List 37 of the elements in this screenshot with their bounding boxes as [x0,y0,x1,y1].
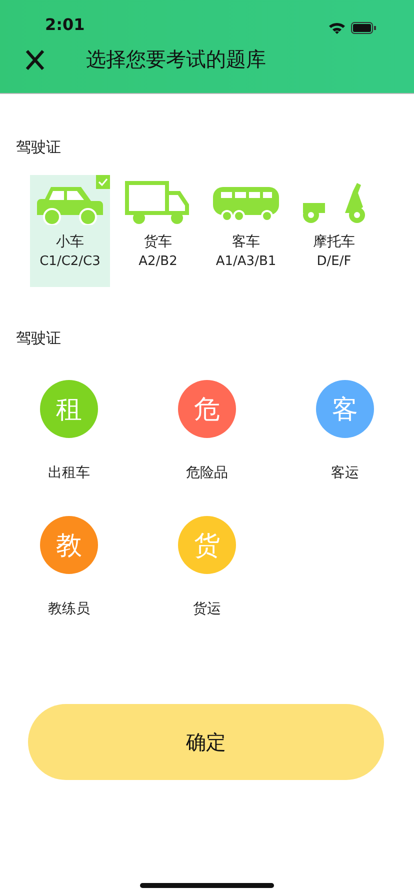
license-classes: C1/C2/C3 [40,254,100,269]
category-badge: 货 [178,516,236,574]
wifi-icon [329,22,345,34]
category-label: 客运 [331,464,359,482]
license-classes: D/E/F [316,254,352,269]
confirm-button[interactable]: 确定 [28,704,384,780]
vehicle-name: 货车 [144,233,172,251]
category-option[interactable]: 危 危险品 [138,380,276,482]
category-option[interactable]: 教 教练员 [0,516,138,618]
vehicle-option[interactable]: 客车 A1/A3/B1 [206,175,286,287]
category-option[interactable]: 货 货运 [138,516,276,618]
battery-icon [351,22,376,34]
status-time: 2:01 [45,15,85,34]
screen-title: 选择您要考试的题库 [86,46,266,73]
check-icon [96,175,110,189]
vehicle-name: 小车 [56,233,84,251]
category-label: 货运 [193,600,221,618]
vehicle-name: 客车 [232,233,260,251]
vehicle-option[interactable]: 货车 A2/B2 [118,175,198,287]
section-label: 驾驶证 [16,138,61,157]
license-classes: A2/B2 [138,254,178,269]
category-badge: 租 [40,380,98,438]
vehicle-option[interactable]: 小车 C1/C2/C3 [30,175,110,287]
category-option[interactable]: 客 客运 [276,380,414,482]
category-option[interactable]: 租 出租车 [0,380,138,482]
category-badge: 客 [316,380,374,438]
category-label: 危险品 [186,464,228,482]
vehicle-option[interactable]: 摩托车 D/E/F [294,175,374,287]
license-classes: A1/A3/B1 [216,254,276,269]
category-label: 出租车 [48,464,90,482]
category-badge: 教 [40,516,98,574]
section-label: 驾驶证 [16,329,61,348]
close-button[interactable] [24,48,46,70]
category-label: 教练员 [48,600,90,618]
vehicle-name: 摩托车 [313,233,355,251]
truck-icon [125,181,191,225]
category-badge: 危 [178,380,236,438]
